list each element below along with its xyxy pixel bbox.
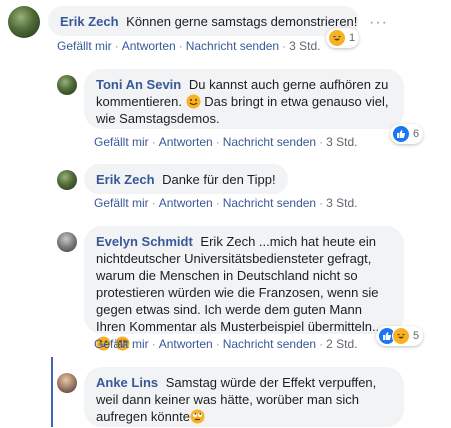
reply-link[interactable]: Antworten xyxy=(159,135,213,149)
comment-text: Können gerne samstags demonstrieren! xyxy=(122,14,358,29)
avatar[interactable] xyxy=(57,75,77,95)
comment-actions: Gefällt mir · Antworten · Nachricht senden · 2… xyxy=(94,337,358,351)
reaction-count: 6 xyxy=(413,128,420,140)
comment-bubble: Toni An Sevin Du kannst auch gerne aufhö… xyxy=(84,69,404,129)
more-options-icon[interactable]: ··· xyxy=(369,14,388,32)
reaction-count: 5 xyxy=(413,330,420,342)
timestamp[interactable]: 2 Std. xyxy=(326,337,357,351)
comment-author[interactable]: Anke Lins xyxy=(96,375,158,390)
reply-link[interactable]: Antworten xyxy=(159,337,213,351)
haha-reaction-icon xyxy=(392,327,410,345)
avatar[interactable] xyxy=(57,373,77,393)
like-link[interactable]: Gefällt mir xyxy=(94,196,149,210)
avatar[interactable] xyxy=(8,6,40,38)
highlight-bar xyxy=(51,357,53,427)
timestamp[interactable]: 3 Std. xyxy=(289,39,320,53)
comment-author[interactable]: Toni An Sevin xyxy=(96,77,181,92)
reaction-summary[interactable]: 1 xyxy=(326,28,360,48)
avatar[interactable] xyxy=(57,232,77,252)
comment-author[interactable]: Evelyn Schmidt xyxy=(96,234,193,249)
reaction-summary[interactable]: 5 xyxy=(376,326,424,346)
timestamp[interactable]: 3 Std. xyxy=(326,196,357,210)
comment-author[interactable]: Erik Zech xyxy=(96,172,155,187)
haha-reaction-icon xyxy=(328,29,346,47)
send-message-link[interactable]: Nachricht senden xyxy=(223,196,316,210)
comment-text: Danke für den Tipp! xyxy=(158,172,276,187)
send-message-link[interactable]: Nachricht senden xyxy=(223,337,316,351)
smile-emoji-icon xyxy=(186,94,201,109)
comment-author[interactable]: Erik Zech xyxy=(60,14,119,29)
comment-bubble: Erik Zech Können gerne samstags demonstr… xyxy=(48,6,359,36)
reply-link[interactable]: Antworten xyxy=(122,39,176,53)
reply-link[interactable]: Antworten xyxy=(159,196,213,210)
like-link[interactable]: Gefällt mir xyxy=(94,135,149,149)
rolling-eyes-emoji-icon xyxy=(190,409,205,424)
like-link[interactable]: Gefällt mir xyxy=(57,39,112,53)
comment-bubble: Anke Lins Samstag würde der Effekt verpu… xyxy=(84,367,404,427)
comment-actions: Gefällt mir · Antworten · Nachricht senden · 3… xyxy=(57,39,321,53)
timestamp[interactable]: 3 Std. xyxy=(326,135,357,149)
comment-actions: Gefällt mir · Antworten · Nachricht senden · 3… xyxy=(94,135,358,149)
like-reaction-icon xyxy=(392,125,410,143)
comment-bubble: Evelyn Schmidt Erik Zech ...mich hat heu… xyxy=(84,226,404,351)
reaction-summary[interactable]: 6 xyxy=(390,124,424,144)
reaction-count: 1 xyxy=(349,32,356,44)
send-message-link[interactable]: Nachricht senden xyxy=(223,135,316,149)
comment-bubble: Erik Zech Danke für den Tipp! xyxy=(84,164,288,194)
send-message-link[interactable]: Nachricht senden xyxy=(186,39,279,53)
avatar[interactable] xyxy=(57,170,77,190)
comment-text: Erik Zech ...mich hat heute ein nichtdeu… xyxy=(96,234,383,334)
like-link[interactable]: Gefällt mir xyxy=(94,337,149,351)
comment-actions: Gefällt mir · Antworten · Nachricht senden · 3… xyxy=(94,196,358,210)
